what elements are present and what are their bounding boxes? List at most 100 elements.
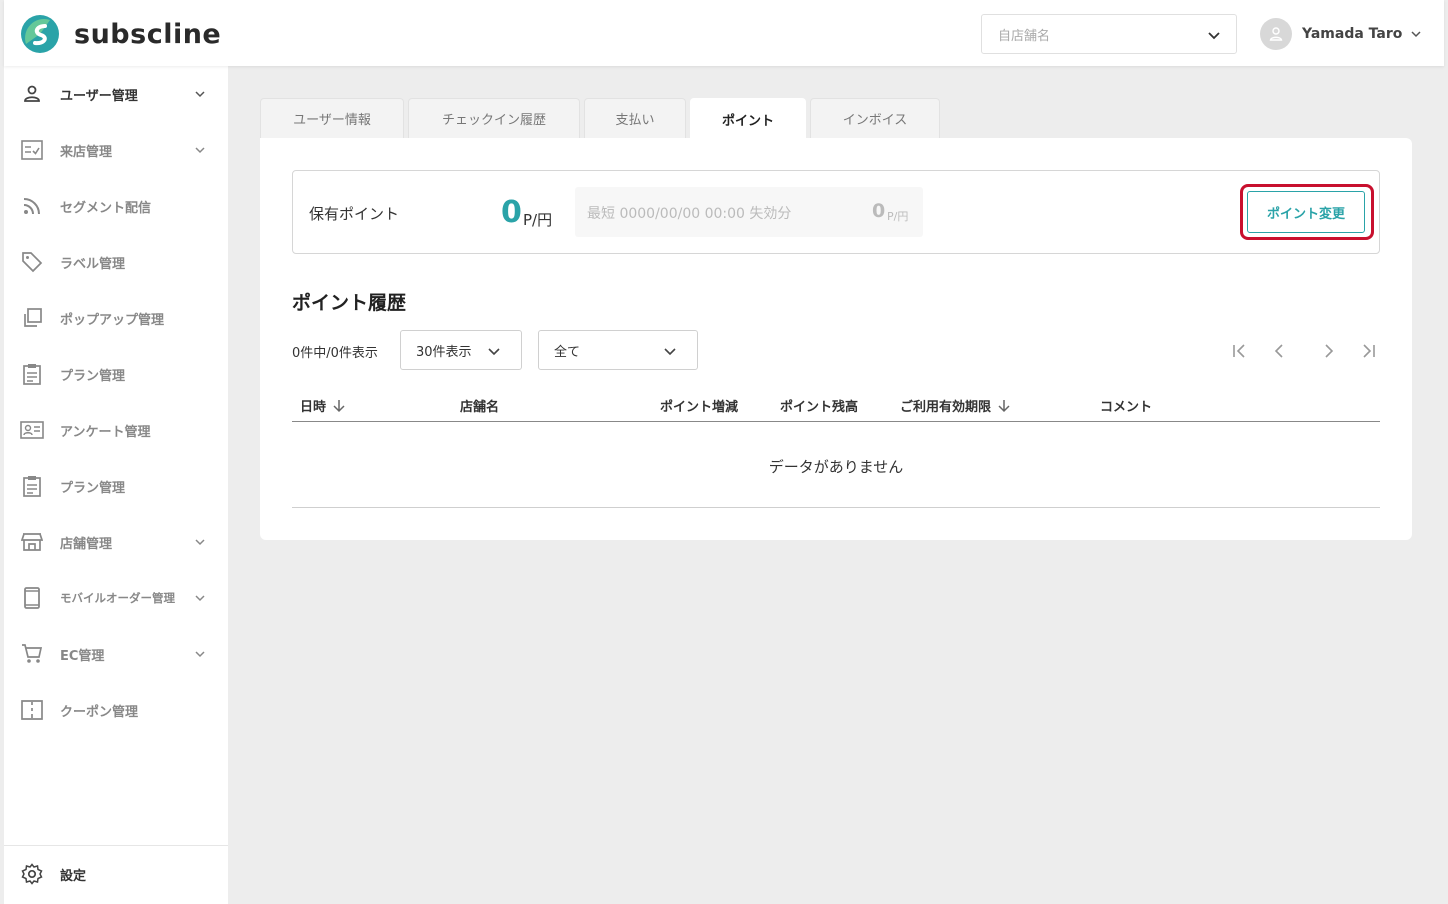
- mobile-icon: [20, 586, 44, 610]
- tab-user-info[interactable]: ユーザー情報: [260, 98, 404, 138]
- cart-icon: [20, 642, 44, 666]
- record-count: 0件中/0件表示: [292, 346, 378, 361]
- sidebar: ユーザー管理 来店管理 セグメント配信 ラベル管理 ポップアップ管理 プラン管理: [4, 66, 228, 904]
- column-header-label: コメント: [1100, 400, 1153, 415]
- last-page-button[interactable]: [1358, 341, 1378, 361]
- sidebar-item-label: プラン管理: [60, 368, 126, 384]
- sidebar-item-visit-management[interactable]: 来店管理: [4, 130, 228, 170]
- column-header-label: ポイント残高: [780, 400, 859, 415]
- store-select-placeholder: 自店舗名: [998, 28, 1051, 44]
- checklist-icon: [20, 138, 44, 162]
- last-page-icon: [1363, 344, 1375, 358]
- column-header-label: 日時: [300, 400, 327, 415]
- expiring-points-unit: P/円: [887, 210, 909, 223]
- change-points-button[interactable]: ポイント変更: [1247, 191, 1365, 233]
- sidebar-item-label: 店舗管理: [60, 536, 113, 552]
- filter-value: 全て: [554, 344, 581, 360]
- user-avatar-icon: [1269, 27, 1283, 41]
- sidebar-item-store-management[interactable]: 店舗管理: [4, 522, 228, 562]
- gear-icon: [20, 862, 44, 886]
- column-header-datetime[interactable]: 日時: [300, 396, 346, 415]
- sidebar-item-plan-management-2[interactable]: プラン管理: [4, 466, 228, 506]
- tab-points[interactable]: ポイント: [690, 98, 806, 140]
- prev-page-button[interactable]: [1270, 341, 1290, 361]
- tab-invoice[interactable]: インボイス: [810, 98, 940, 138]
- next-page-button[interactable]: [1318, 341, 1338, 361]
- column-header-label: ご利用有効期限: [900, 400, 992, 415]
- column-header-point-balance: ポイント残高: [780, 396, 858, 415]
- sidebar-item-settings[interactable]: 設定: [4, 854, 228, 894]
- chevron-left-icon: [1274, 344, 1283, 358]
- first-page-button[interactable]: [1230, 341, 1250, 361]
- sidebar-item-plan-management[interactable]: プラン管理: [4, 354, 228, 394]
- clipboard-icon: [20, 474, 44, 498]
- table-bottom-divider: [292, 507, 1380, 508]
- chevron-down-icon: [664, 348, 676, 356]
- points-summary: 保有ポイント 0 P/円 最短 0000/00/00 00:00 失効分 0 P…: [292, 170, 1380, 254]
- sidebar-item-label: EC管理: [60, 648, 105, 664]
- expiring-points: 最短 0000/00/00 00:00 失効分 0 P/円: [575, 187, 923, 237]
- column-header-expiry[interactable]: ご利用有効期限: [900, 396, 1011, 415]
- table-header-divider: [292, 421, 1380, 422]
- user-menu[interactable]: Yamada Taro: [1260, 18, 1422, 50]
- coupon-icon: [20, 698, 44, 722]
- chevron-down-icon: [195, 91, 205, 98]
- sort-arrow-down-icon: [333, 399, 345, 412]
- chevron-down-icon: [195, 147, 205, 154]
- sidebar-item-label: 来店管理: [60, 144, 113, 160]
- filter-select[interactable]: 全て: [538, 330, 698, 370]
- points-panel: 保有ポイント 0 P/円 最短 0000/00/00 00:00 失効分 0 P…: [260, 138, 1412, 540]
- first-page-icon: [1233, 344, 1245, 358]
- sidebar-item-label: ユーザー管理: [60, 88, 138, 104]
- avatar: [1260, 18, 1292, 50]
- sidebar-item-coupon-management[interactable]: クーポン管理: [4, 690, 228, 730]
- sidebar-item-user-management[interactable]: ユーザー管理: [4, 74, 228, 114]
- chevron-down-icon: [195, 595, 205, 602]
- sidebar-item-label: ポップアップ管理: [60, 312, 165, 328]
- expiring-points-text: 最短 0000/00/00 00:00 失効分: [587, 206, 792, 222]
- points-history-title: ポイント履歴: [292, 292, 407, 314]
- chevron-down-icon: [195, 539, 205, 546]
- sidebar-item-ec-management[interactable]: EC管理: [4, 634, 228, 674]
- column-header-label: ポイント増減: [660, 400, 739, 415]
- per-page-value: 30件表示: [416, 344, 472, 360]
- sidebar-item-mobile-order-management[interactable]: モバイルオーダー管理: [4, 578, 228, 618]
- per-page-select[interactable]: 30件表示: [400, 330, 522, 370]
- sidebar-divider: [4, 845, 228, 846]
- sidebar-item-popup-management[interactable]: ポップアップ管理: [4, 298, 228, 338]
- sidebar-item-label: モバイルオーダー管理: [60, 591, 175, 605]
- store-select[interactable]: 自店舗名: [981, 14, 1237, 54]
- chevron-down-icon: [488, 348, 500, 356]
- tab-checkin-history[interactable]: チェックイン履歴: [408, 98, 580, 138]
- sidebar-item-label: プラン管理: [60, 480, 126, 496]
- points-label: 保有ポイント: [309, 205, 400, 223]
- chevron-down-icon: [1208, 32, 1220, 40]
- column-header-comment: コメント: [1100, 396, 1152, 415]
- user-icon: [20, 82, 44, 106]
- sidebar-item-survey-management[interactable]: アンケート管理: [4, 410, 228, 450]
- sidebar-item-label: クーポン管理: [60, 704, 139, 720]
- chevron-right-icon: [1325, 344, 1334, 358]
- clipboard-icon: [20, 362, 44, 386]
- sidebar-item-segment-delivery[interactable]: セグメント配信: [4, 186, 228, 226]
- sidebar-item-label: セグメント配信: [60, 200, 152, 216]
- sidebar-item-label: ラベル管理: [60, 256, 126, 272]
- subscline-logo-icon: [21, 15, 59, 53]
- column-header-store: 店舗名: [460, 396, 499, 415]
- chevron-down-icon: [1411, 31, 1421, 38]
- chevron-down-icon: [195, 651, 205, 658]
- brand-name: subscline: [74, 18, 222, 50]
- tag-icon: [20, 250, 44, 274]
- points-unit: P/円: [523, 211, 553, 229]
- store-icon: [20, 530, 44, 554]
- column-header-point-change: ポイント増減: [660, 396, 738, 415]
- empty-state-text: データがありません: [768, 458, 904, 476]
- column-header-label: 店舗名: [460, 400, 500, 415]
- user-name: Yamada Taro: [1302, 26, 1403, 42]
- logo[interactable]: subscline: [20, 14, 221, 54]
- sidebar-item-label-management[interactable]: ラベル管理: [4, 242, 228, 282]
- sidebar-item-label: 設定: [60, 868, 87, 884]
- expiring-points-value: 0: [872, 200, 886, 222]
- tab-payments[interactable]: 支払い: [584, 98, 686, 138]
- popup-icon: [20, 306, 44, 330]
